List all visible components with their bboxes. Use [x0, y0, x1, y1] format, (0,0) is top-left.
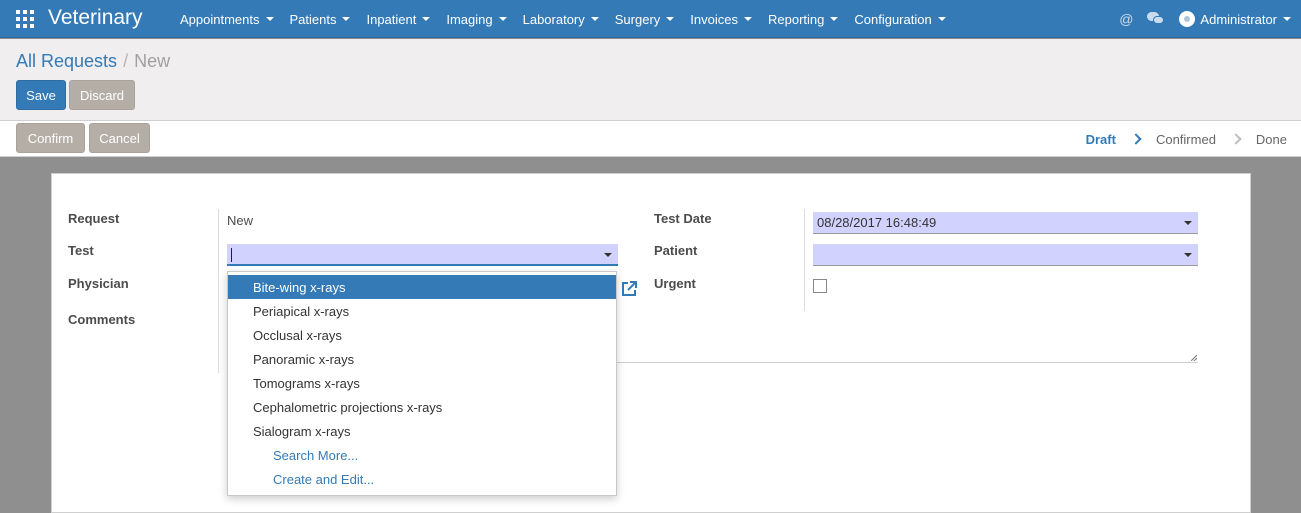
menu-label: Configuration [854, 11, 932, 27]
dropdown-item[interactable]: Occlusal x-rays [228, 323, 616, 347]
test-autocomplete-dropdown: Bite-wing x-rays Periapical x-rays Occlu… [227, 271, 617, 496]
cancel-button[interactable]: Cancel [89, 123, 150, 153]
caret-down-icon [590, 17, 599, 21]
patient-label: Patient [654, 243, 698, 258]
menu-label: Laboratory [522, 11, 585, 27]
urgent-label: Urgent [654, 276, 696, 291]
stage-draft[interactable]: Draft [1072, 132, 1130, 147]
breadcrumb-separator: / [123, 51, 129, 71]
dropdown-item[interactable]: Cephalometric projections x-rays [228, 395, 616, 419]
dropdown-item[interactable]: Tomograms x-rays [228, 371, 616, 395]
confirm-button[interactable]: Confirm [16, 123, 85, 153]
test-date-label: Test Date [654, 211, 712, 226]
menu-surgery[interactable]: Surgery [607, 0, 683, 38]
menu-label: Imaging [446, 11, 493, 27]
stage-confirmed[interactable]: Confirmed [1142, 132, 1230, 147]
dropdown-item[interactable]: Panoramic x-rays [228, 347, 616, 371]
search-more-link[interactable]: Search More... [228, 443, 616, 467]
main-menu: Appointments Patients Inpatient Imaging … [172, 0, 954, 38]
menu-label: Reporting [768, 11, 825, 27]
test-date-value: 08/28/2017 16:48:49 [817, 215, 937, 230]
user-menu[interactable]: Administrator [1179, 11, 1291, 27]
discard-button[interactable]: Discard [69, 80, 135, 110]
dropdown-item[interactable]: Bite-wing x-rays [228, 275, 616, 299]
apps-grid-icon[interactable] [16, 10, 34, 28]
caret-down-icon [342, 17, 351, 21]
dropdown-item[interactable]: Periapical x-rays [228, 299, 616, 323]
menu-inpatient[interactable]: Inpatient [358, 0, 438, 38]
chat-icon[interactable] [1147, 12, 1165, 26]
physician-label: Physician [68, 276, 129, 291]
menu-imaging[interactable]: Imaging [438, 0, 514, 38]
menu-label: Appointments [180, 11, 260, 27]
caret-down-icon [498, 17, 507, 21]
navbar-right: @ Administrator [1119, 0, 1301, 38]
status-bar: Confirm Cancel Draft Confirmed Done [0, 121, 1301, 157]
menu-label: Inpatient [366, 11, 417, 27]
caret-down-icon [666, 17, 675, 21]
chevron-right-icon [1130, 133, 1142, 145]
breadcrumb-current: New [134, 51, 171, 71]
control-panel: All Requests / New Save Discard [0, 39, 1301, 121]
request-label: Request [68, 211, 120, 226]
text-cursor [231, 248, 232, 262]
test-label: Test [68, 243, 94, 258]
test-input[interactable] [227, 244, 618, 266]
breadcrumb: All Requests / New [16, 51, 170, 72]
caret-down-icon[interactable] [1184, 221, 1192, 225]
menu-patients[interactable]: Patients [282, 0, 359, 38]
at-icon[interactable]: @ [1119, 11, 1133, 27]
dropdown-item[interactable]: Sialogram x-rays [228, 419, 616, 443]
caret-down-icon [265, 17, 274, 21]
avatar-icon [1179, 11, 1196, 27]
menu-laboratory[interactable]: Laboratory [515, 0, 607, 38]
app-brand[interactable]: Veterinary [48, 6, 143, 30]
caret-down-icon[interactable] [604, 253, 612, 257]
caret-down-icon [937, 17, 946, 21]
test-date-input[interactable]: 08/28/2017 16:48:49 [813, 212, 1198, 234]
comments-label: Comments [68, 312, 136, 327]
caret-down-icon [744, 17, 752, 21]
caret-down-icon [422, 17, 431, 21]
menu-label: Patients [289, 11, 337, 27]
caret-down-icon [830, 17, 839, 21]
request-value: New [227, 213, 254, 228]
urgent-checkbox[interactable] [813, 279, 827, 293]
caret-down-icon [1283, 17, 1291, 21]
status-stages: Draft Confirmed Done [1072, 121, 1301, 157]
external-link-icon[interactable] [620, 280, 638, 298]
create-and-edit-link[interactable]: Create and Edit... [228, 467, 616, 491]
column-divider [804, 209, 805, 311]
menu-reporting[interactable]: Reporting [760, 0, 846, 38]
caret-down-icon[interactable] [1184, 253, 1192, 257]
comments-textarea[interactable] [617, 362, 1198, 363]
menu-configuration[interactable]: Configuration [846, 0, 953, 38]
menu-invoices[interactable]: Invoices [682, 0, 760, 38]
menu-appointments[interactable]: Appointments [172, 0, 282, 38]
column-divider [218, 209, 219, 373]
resize-grip-icon[interactable] [1191, 355, 1197, 361]
top-navbar: Veterinary Appointments Patients Inpatie… [0, 0, 1301, 38]
menu-label: Surgery [614, 11, 661, 27]
stage-done[interactable]: Done [1242, 132, 1301, 147]
patient-input[interactable] [813, 244, 1198, 266]
menu-label: Invoices [690, 11, 738, 27]
save-button[interactable]: Save [16, 80, 66, 110]
chevron-right-icon [1230, 133, 1242, 145]
user-name: Administrator [1200, 11, 1277, 27]
breadcrumb-all-requests[interactable]: All Requests [16, 51, 117, 71]
